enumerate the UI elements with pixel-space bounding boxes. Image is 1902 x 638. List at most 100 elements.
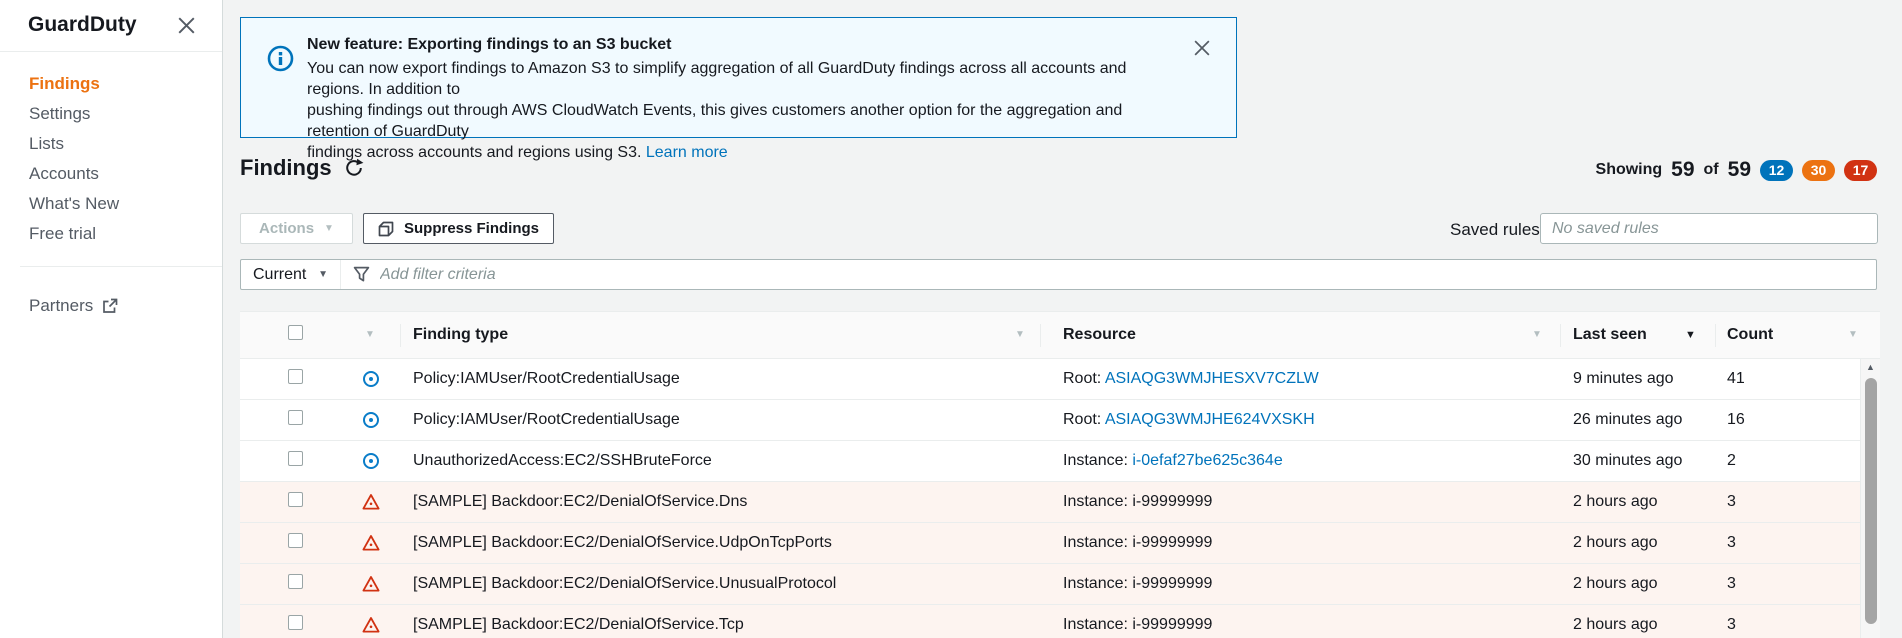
saved-rules-label: Saved rules [1450, 220, 1540, 240]
row-checkbox[interactable] [288, 615, 303, 630]
column-divider [1040, 324, 1041, 347]
filter-bar: Current ▼ [240, 259, 1877, 290]
external-link-icon [102, 298, 118, 314]
resource-prefix: Root: [1063, 370, 1105, 387]
actions-label: Actions [259, 220, 314, 237]
resource-prefix: Root: [1063, 411, 1105, 428]
column-divider [1715, 324, 1716, 347]
actions-button[interactable]: Actions ▼ [240, 213, 353, 244]
shown-count: 59 [1671, 158, 1694, 182]
sidebar-item-accounts[interactable]: Accounts [29, 165, 222, 182]
suppress-icon [378, 221, 394, 237]
page-title: Findings [240, 155, 332, 181]
sidebar-close-icon[interactable] [178, 17, 195, 34]
low-severity-count-badge[interactable]: 12 [1760, 160, 1793, 181]
last-seen-cell: 2 hours ago [1573, 493, 1658, 511]
sidebar-nav: Findings Settings Lists Accounts What's … [0, 52, 222, 242]
row-checkbox[interactable] [288, 410, 303, 425]
banner-body: New feature: Exporting findings to an S3… [307, 35, 1166, 163]
table-row[interactable]: [SAMPLE] Backdoor:EC2/DenialOfService.Ud… [240, 523, 1860, 564]
row-checkbox[interactable] [288, 451, 303, 466]
sidebar-item-findings[interactable]: Findings [29, 75, 222, 92]
count-cell: 3 [1727, 493, 1736, 511]
resource-filter-icon[interactable]: ▼ [1532, 330, 1542, 340]
high-severity-count-badge[interactable]: 17 [1844, 160, 1877, 181]
resource-link[interactable]: ASIAQG3WMJHESXV7CZLW [1105, 370, 1319, 387]
count-cell: 16 [1727, 411, 1745, 429]
resource-prefix: Instance: [1063, 493, 1132, 510]
partners-label: Partners [29, 296, 93, 316]
learn-more-link[interactable]: Learn more [646, 144, 728, 161]
finding-type-cell: [SAMPLE] Backdoor:EC2/DenialOfService.Dn… [413, 493, 747, 511]
resource-cell: Instance: i-99999999 [1063, 575, 1212, 593]
table-row[interactable]: UnauthorizedAccess:EC2/SSHBruteForce Ins… [240, 441, 1860, 482]
saved-rules-input[interactable] [1540, 213, 1878, 244]
resource-id: i-99999999 [1132, 493, 1212, 510]
row-checkbox[interactable] [288, 492, 303, 507]
resource-cell: Instance: i-99999999 [1063, 534, 1212, 552]
resource-link[interactable]: ASIAQG3WMJHE624VXSKH [1105, 411, 1315, 428]
scroll-up-icon[interactable]: ▲ [1861, 362, 1880, 372]
banner-title: New feature: Exporting findings to an S3… [307, 35, 1166, 55]
table-row[interactable]: [SAMPLE] Backdoor:EC2/DenialOfService.Tc… [240, 605, 1860, 638]
row-checkbox[interactable] [288, 574, 303, 589]
table-row[interactable]: [SAMPLE] Backdoor:EC2/DenialOfService.Un… [240, 564, 1860, 605]
suppress-findings-button[interactable]: Suppress Findings [363, 213, 554, 244]
column-header-resource[interactable]: Resource [1063, 326, 1136, 344]
banner-text-line1: You can now export findings to Amazon S3… [307, 58, 1166, 100]
resource-prefix: Instance: [1063, 575, 1132, 592]
table-row[interactable]: Policy:IAMUser/RootCredentialUsage Root:… [240, 359, 1860, 400]
chevron-down-icon: ▼ [324, 224, 334, 234]
column-header-count[interactable]: Count [1727, 326, 1773, 344]
of-label: of [1704, 161, 1719, 179]
severity-low-icon [362, 452, 380, 470]
last-seen-cell: 9 minutes ago [1573, 370, 1674, 388]
row-checkbox[interactable] [288, 533, 303, 548]
banner-close-icon[interactable] [1194, 40, 1210, 56]
resource-cell: Root: ASIAQG3WMJHE624VXSKH [1063, 411, 1315, 429]
chevron-down-icon: ▼ [318, 270, 328, 280]
resource-link[interactable]: i-0efaf27be625c364e [1132, 452, 1282, 469]
row-checkbox[interactable] [288, 369, 303, 384]
suppress-label: Suppress Findings [404, 220, 539, 237]
count-filter-icon[interactable]: ▼ [1848, 330, 1858, 340]
showing-summary: Showing 59 of 59 12 30 17 [1596, 158, 1877, 182]
finding-type-cell: [SAMPLE] Backdoor:EC2/DenialOfService.Un… [413, 575, 836, 593]
table-header: ▼ Finding type ▼ Resource ▼ Last seen ▼ … [240, 312, 1880, 359]
last-seen-cell: 2 hours ago [1573, 575, 1658, 593]
severity-low-icon [362, 370, 380, 388]
column-header-last-seen[interactable]: Last seen [1573, 326, 1647, 344]
sidebar-item-whats-new[interactable]: What's New [29, 195, 222, 212]
count-cell: 3 [1727, 616, 1736, 634]
table-row[interactable]: Policy:IAMUser/RootCredentialUsage Root:… [240, 400, 1860, 441]
sidebar-item-settings[interactable]: Settings [29, 105, 222, 122]
last-seen-cell: 2 hours ago [1573, 616, 1658, 634]
table-scrollbar[interactable]: ▲ [1860, 359, 1880, 638]
finding-type-filter-icon[interactable]: ▼ [1015, 330, 1025, 340]
page-title-row: Findings [240, 155, 364, 181]
resource-prefix: Instance: [1063, 452, 1132, 469]
last-seen-cell: 30 minutes ago [1573, 452, 1682, 470]
column-header-finding-type[interactable]: Finding type [413, 326, 508, 344]
banner-text-line2: pushing findings out through AWS CloudWa… [307, 100, 1166, 142]
sidebar-item-lists[interactable]: Lists [29, 135, 222, 152]
filter-funnel-icon [353, 266, 370, 283]
sort-descending-icon[interactable]: ▼ [1685, 330, 1696, 340]
filter-scope-dropdown[interactable]: Current ▼ [241, 260, 341, 289]
finding-type-cell: [SAMPLE] Backdoor:EC2/DenialOfService.Ud… [413, 534, 832, 552]
severity-filter-icon[interactable]: ▼ [365, 330, 375, 340]
sidebar-item-free-trial[interactable]: Free trial [29, 225, 222, 242]
select-all-checkbox[interactable] [288, 325, 303, 345]
refresh-icon[interactable] [344, 158, 364, 178]
finding-type-cell: [SAMPLE] Backdoor:EC2/DenialOfService.Tc… [413, 616, 744, 634]
filter-criteria-input[interactable] [370, 260, 1876, 289]
medium-severity-count-badge[interactable]: 30 [1802, 160, 1835, 181]
table-body: Policy:IAMUser/RootCredentialUsage Root:… [240, 359, 1860, 638]
sidebar-divider [20, 266, 222, 267]
table-row[interactable]: [SAMPLE] Backdoor:EC2/DenialOfService.Dn… [240, 482, 1860, 523]
scrollbar-thumb[interactable] [1865, 378, 1877, 624]
resource-id: i-99999999 [1132, 575, 1212, 592]
sidebar-item-partners[interactable]: Partners [29, 296, 222, 316]
info-icon [267, 45, 294, 72]
count-cell: 41 [1727, 370, 1745, 388]
